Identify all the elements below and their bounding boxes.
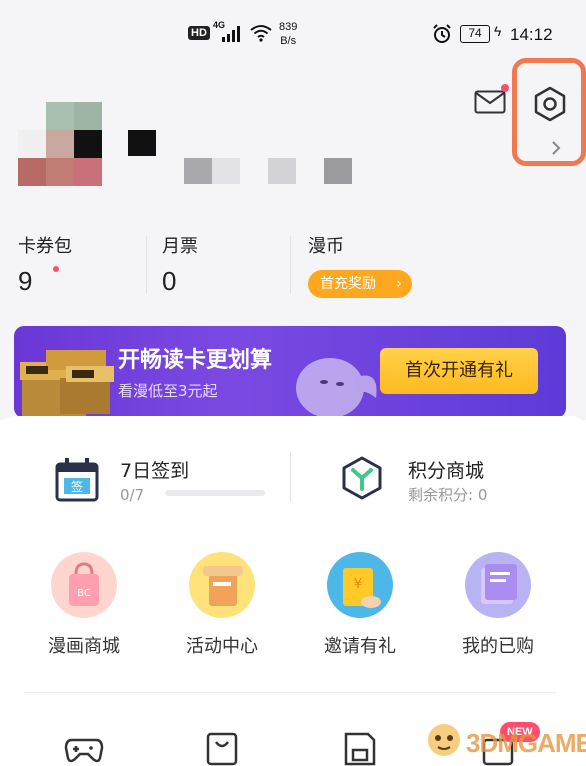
chevron-right-icon[interactable] bbox=[550, 140, 562, 156]
grid-purchased[interactable]: 我的已购 bbox=[438, 552, 558, 658]
chevron-right-icon: › bbox=[396, 276, 402, 292]
shopping-bag-icon: BC bbox=[51, 552, 117, 618]
watermark: 3DMGAME bbox=[422, 716, 586, 766]
divider bbox=[24, 692, 556, 693]
battery-level: 74 bbox=[460, 25, 490, 43]
coupon-new-dot bbox=[53, 266, 59, 272]
net-speed-unit: B/s bbox=[280, 35, 297, 47]
svg-text:¥: ¥ bbox=[354, 577, 362, 592]
purchased-books-icon bbox=[465, 552, 531, 618]
function-panel: 签 7日签到 0/7 积分商城 剩余积分: 0 BC 漫画商城 活动中心 ¥ 邀… bbox=[0, 416, 586, 766]
card-stack-icon bbox=[20, 350, 114, 416]
wifi-icon bbox=[250, 25, 272, 42]
gamepad-icon[interactable] bbox=[64, 730, 104, 766]
account-stats: 卡券包 9 月票 0 漫币 首充奖励 › bbox=[0, 232, 586, 302]
grid-label: 我的已购 bbox=[462, 636, 534, 657]
checkin-progress-bar bbox=[165, 490, 265, 496]
avatar[interactable] bbox=[18, 102, 102, 186]
checkin-title[interactable]: 7日签到 bbox=[120, 456, 189, 483]
watermark-text: 3DMGAME bbox=[466, 728, 586, 758]
grid-label: 邀请有礼 bbox=[324, 636, 396, 657]
banner-title: 开畅读卡更划算 bbox=[118, 348, 273, 373]
calendar-sign-icon: 签 bbox=[55, 458, 99, 502]
signal-icon bbox=[222, 26, 244, 42]
clock: 14:12 bbox=[510, 25, 553, 44]
settings-icon[interactable] bbox=[532, 86, 568, 122]
hd-badge: HD bbox=[188, 26, 210, 40]
grid-label: 活动中心 bbox=[186, 636, 258, 657]
monthly-ticket-label: 月票 bbox=[162, 236, 198, 257]
grid-comic-mall[interactable]: BC 漫画商城 bbox=[24, 552, 144, 658]
coupon-count: 9 bbox=[18, 266, 33, 296]
first-recharge-label: 首充奖励 bbox=[320, 276, 376, 292]
mascot-icon bbox=[296, 358, 377, 418]
mail-unread-dot bbox=[501, 84, 509, 92]
alarm-icon bbox=[433, 24, 451, 43]
grid-invite[interactable]: ¥ 邀请有礼 bbox=[300, 552, 420, 658]
coupon-label: 卡券包 bbox=[18, 236, 72, 257]
first-recharge-button[interactable]: 首充奖励 › bbox=[308, 270, 412, 298]
banner-subtitle: 看漫低至3元起 bbox=[118, 382, 218, 400]
save-disk-icon[interactable] bbox=[340, 730, 380, 766]
net-speed: 839 B/s bbox=[279, 20, 297, 48]
status-bar: HD 4G 839 B/s 74 ϟ 14:12 bbox=[0, 14, 586, 58]
activity-gift-icon bbox=[189, 552, 255, 618]
comic-coin-label: 漫币 bbox=[308, 236, 344, 257]
points-balance: 剩余积分: 0 bbox=[408, 486, 488, 504]
divider bbox=[290, 452, 291, 502]
divider bbox=[290, 236, 291, 294]
invite-coupon-icon: ¥ bbox=[327, 552, 393, 618]
shopping-bag-outline-icon[interactable] bbox=[202, 730, 242, 766]
charging-icon: ϟ bbox=[494, 23, 502, 39]
activate-vip-button[interactable]: 首次开通有礼 bbox=[380, 348, 538, 394]
mail-icon[interactable] bbox=[474, 90, 506, 114]
vip-banner[interactable]: 开畅读卡更划算 看漫低至3元起 首次开通有礼 bbox=[14, 326, 566, 418]
grid-label: 漫画商城 bbox=[48, 636, 120, 657]
svg-text:BC: BC bbox=[77, 588, 91, 599]
coupon-wallet[interactable]: 卡券包 9 bbox=[18, 232, 72, 297]
net-speed-value: 839 bbox=[279, 21, 298, 33]
comic-coin[interactable]: 漫币 bbox=[308, 232, 344, 258]
monthly-ticket-count: 0 bbox=[162, 266, 177, 296]
grid-activity-center[interactable]: 活动中心 bbox=[162, 552, 282, 658]
username bbox=[128, 130, 354, 186]
divider bbox=[146, 236, 147, 294]
points-mall-icon bbox=[342, 456, 382, 500]
svg-text:签: 签 bbox=[71, 479, 83, 494]
points-mall-title[interactable]: 积分商城 bbox=[408, 456, 484, 483]
checkin-progress-text: 0/7 bbox=[120, 486, 145, 504]
profile-header: HD 4G 839 B/s 74 ϟ 14:12 卡券包 9 月票 0 漫币 首… bbox=[0, 0, 586, 420]
monthly-ticket[interactable]: 月票 0 bbox=[162, 232, 198, 297]
watermark-logo bbox=[428, 724, 460, 756]
